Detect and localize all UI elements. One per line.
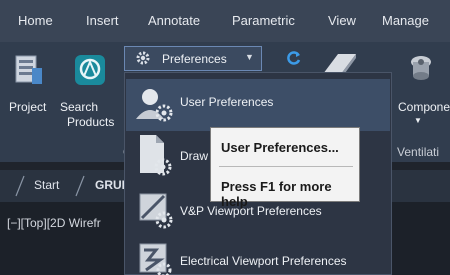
tooltip-divider xyxy=(219,166,353,167)
gear-icon xyxy=(136,51,150,65)
tooltip-help-text: Press F1 for more help xyxy=(221,179,332,209)
chevron-down-icon: ▼ xyxy=(245,52,254,62)
component-caret-icon: ▼ xyxy=(414,116,422,125)
electrical-viewport-preferences-icon xyxy=(139,243,172,275)
project-button[interactable]: Project xyxy=(4,50,60,130)
tab-current-drawing[interactable]: GRUI xyxy=(95,178,125,192)
search-label-line2: Products xyxy=(67,115,115,129)
user-preferences-icon xyxy=(136,89,173,122)
menu-item-label: Draw xyxy=(180,149,209,163)
tab-slash-divider xyxy=(15,175,25,197)
tab-annotate[interactable]: Annotate xyxy=(148,0,200,42)
tab-insert[interactable]: Insert xyxy=(86,0,119,42)
search-products-button[interactable]: Search Products xyxy=(60,50,120,134)
menu-item-user-preferences[interactable]: User Preferences xyxy=(126,79,390,131)
refresh-icon[interactable] xyxy=(286,50,302,66)
tab-manage[interactable]: Manage xyxy=(382,0,429,42)
viewport-controls-label[interactable]: [−][Top][2D Wirefr xyxy=(7,216,101,230)
component-button[interactable]: Componen ▼ xyxy=(392,50,450,134)
menu-item-label: User Preferences xyxy=(180,95,274,109)
ribbon-tab-bar: Home Insert Annotate Parametric View Man… xyxy=(0,0,450,42)
project-icon xyxy=(15,55,42,84)
tab-home[interactable]: Home xyxy=(18,0,53,42)
component-icon xyxy=(411,56,431,80)
preferences-label: Preferences xyxy=(162,52,227,66)
drawing-preferences-icon xyxy=(140,135,172,176)
search-products-icon xyxy=(75,55,105,85)
menu-item-electrical-viewport-preferences[interactable]: Electrical Viewport Preferences xyxy=(126,240,390,275)
search-label-line1: Search xyxy=(60,100,99,114)
group-label-right: Ventilati xyxy=(397,145,440,159)
preferences-dropdown-button[interactable]: Preferences ▼ xyxy=(124,46,262,71)
tooltip-title: User Preferences... xyxy=(221,140,339,155)
tab-start[interactable]: Start xyxy=(34,178,59,192)
component-label: Componen xyxy=(398,100,450,114)
menu-item-label: Electrical Viewport Preferences xyxy=(180,254,347,268)
tab-slash-divider xyxy=(75,175,85,197)
tooltip: User Preferences... Press F1 for more he… xyxy=(210,127,360,209)
project-label: Project xyxy=(9,100,47,114)
app-window: Home Insert Annotate Parametric View Man… xyxy=(0,0,450,275)
vp-viewport-preferences-icon xyxy=(139,193,173,229)
tab-parametric[interactable]: Parametric xyxy=(232,0,295,42)
tab-view[interactable]: View xyxy=(328,0,356,42)
